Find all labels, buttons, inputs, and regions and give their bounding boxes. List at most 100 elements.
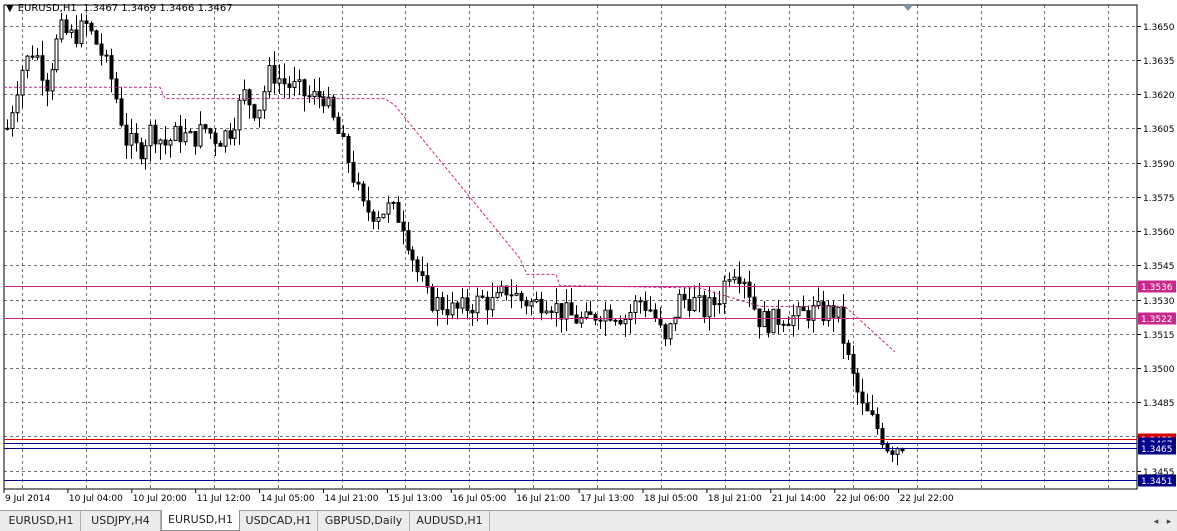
bull-candle (796, 306, 801, 317)
plot-frame (3, 4, 1138, 490)
bear-candle (341, 133, 346, 138)
bear-candle (252, 104, 257, 119)
tab-audusd-h1[interactable]: AUDUSD,H1 (410, 511, 490, 531)
bear-candle (247, 89, 252, 106)
bull-candle (376, 217, 381, 222)
bear-candle (747, 281, 752, 298)
y-tick-label: 1.3485 (1143, 399, 1175, 409)
price-chart[interactable]: 1.3650 1.3635 1.3620 1.3605 1.3590 1.3575 1.35… (0, 0, 1177, 510)
bear-candle (40, 55, 45, 81)
bear-candle (94, 30, 99, 45)
bear-candle (218, 142, 223, 147)
bull-candle (895, 448, 900, 455)
tab-usdjpy-h4[interactable]: USDJPY,H4 (81, 511, 161, 531)
x-tick-label: 14 Jul 21:00 (325, 494, 379, 504)
bear-candle (559, 303, 564, 320)
bear-candle (331, 96, 336, 118)
tab-eurusd-h1[interactable]: EURUSD,H1 (161, 510, 240, 531)
symbol-timeframe: EURUSD,H1 (17, 3, 77, 14)
y-tick-label: 1.3635 (1143, 57, 1175, 67)
bear-candle (613, 319, 618, 322)
bear-candle (124, 124, 129, 146)
tab-gbpusd-daily[interactable]: GBPUSD,Daily (318, 511, 410, 531)
bear-candle (593, 313, 598, 321)
bear-candle (598, 319, 603, 322)
x-tick-label: 15 Jul 13:00 (388, 494, 442, 504)
bear-candle (45, 79, 50, 92)
chart-area[interactable]: 1.3650 1.3635 1.3620 1.3605 1.3590 1.3575 1.35… (0, 0, 1177, 510)
bull-candle (697, 295, 702, 298)
x-tick-label: 18 Jul 05:00 (644, 494, 698, 504)
bear-candle (687, 299, 692, 312)
bull-candle (292, 80, 297, 88)
bear-candle (287, 83, 292, 88)
bear-candle (104, 54, 109, 57)
bear-candle (900, 448, 905, 452)
bear-candle (757, 308, 762, 328)
x-tick-label: 16 Jul 21:00 (516, 494, 570, 504)
bear-candle (870, 410, 875, 415)
bear-candle (5, 127, 10, 130)
tab-usdcad-h1[interactable]: USDCAD,H1 (240, 511, 318, 531)
bull-candle (460, 297, 465, 309)
bull-candle (129, 132, 134, 146)
tab-eurusd-h1[interactable]: EURUSD,H1 (2, 511, 81, 531)
chart-shift-marker-icon[interactable] (903, 5, 913, 11)
bull-candle (668, 323, 673, 340)
bear-candle (831, 305, 836, 318)
scroll-right-icon[interactable]: ▸ (1163, 514, 1175, 528)
bull-candle (54, 38, 59, 71)
x-tick-label: 11 Jul 12:00 (197, 494, 251, 504)
bull-candle (59, 19, 64, 40)
bear-candle (480, 295, 485, 298)
bull-candle (722, 280, 727, 305)
bull-candle (232, 129, 237, 139)
bull-candle (237, 99, 242, 131)
bull-candle (584, 311, 589, 318)
bear-candle (366, 200, 371, 213)
bear-candle (588, 311, 593, 315)
y-tick-label: 1.3605 (1143, 125, 1175, 135)
bull-candle (188, 130, 193, 134)
bear-candle (801, 306, 806, 312)
bear-candle (139, 142, 144, 160)
bull-candle (781, 323, 786, 326)
bull-candle (564, 302, 569, 320)
y-tick-label: 1.3500 (1143, 365, 1175, 375)
x-tick-label: 14 Jul 05:00 (261, 494, 315, 504)
bull-candle (435, 297, 440, 311)
bear-candle (445, 309, 450, 316)
bear-candle (712, 297, 717, 306)
bear-candle (406, 230, 411, 251)
bull-candle (183, 132, 188, 143)
bear-candle (509, 294, 514, 297)
bear-candle (351, 161, 356, 183)
price-level-label: 1.3465 (1141, 445, 1173, 455)
bear-candle (228, 130, 233, 139)
collapse-triangle-icon[interactable]: ▼ (6, 3, 14, 14)
bear-candle (524, 300, 529, 307)
bear-candle (415, 259, 420, 273)
bull-candle (495, 292, 500, 298)
bull-candle (717, 303, 722, 306)
bull-candle (836, 306, 841, 318)
bear-candle (776, 308, 781, 325)
bear-candle (193, 130, 198, 147)
bull-candle (257, 109, 262, 119)
bear-candle (846, 342, 851, 355)
bear-candle (549, 310, 554, 314)
bear-candle (109, 55, 114, 80)
bear-candle (213, 132, 218, 144)
bull-candle (277, 78, 282, 84)
bear-candle (64, 19, 69, 34)
bull-candle (762, 311, 767, 328)
y-tick-label: 1.3650 (1143, 23, 1175, 33)
bull-candle (514, 292, 519, 296)
bear-candle (663, 324, 668, 340)
bear-candle (569, 302, 574, 316)
bull-candle (544, 310, 549, 314)
bull-candle (223, 130, 228, 147)
bull-candle (20, 69, 25, 96)
scroll-left-icon[interactable]: ◂ (1150, 514, 1162, 528)
bear-candle (737, 276, 742, 284)
